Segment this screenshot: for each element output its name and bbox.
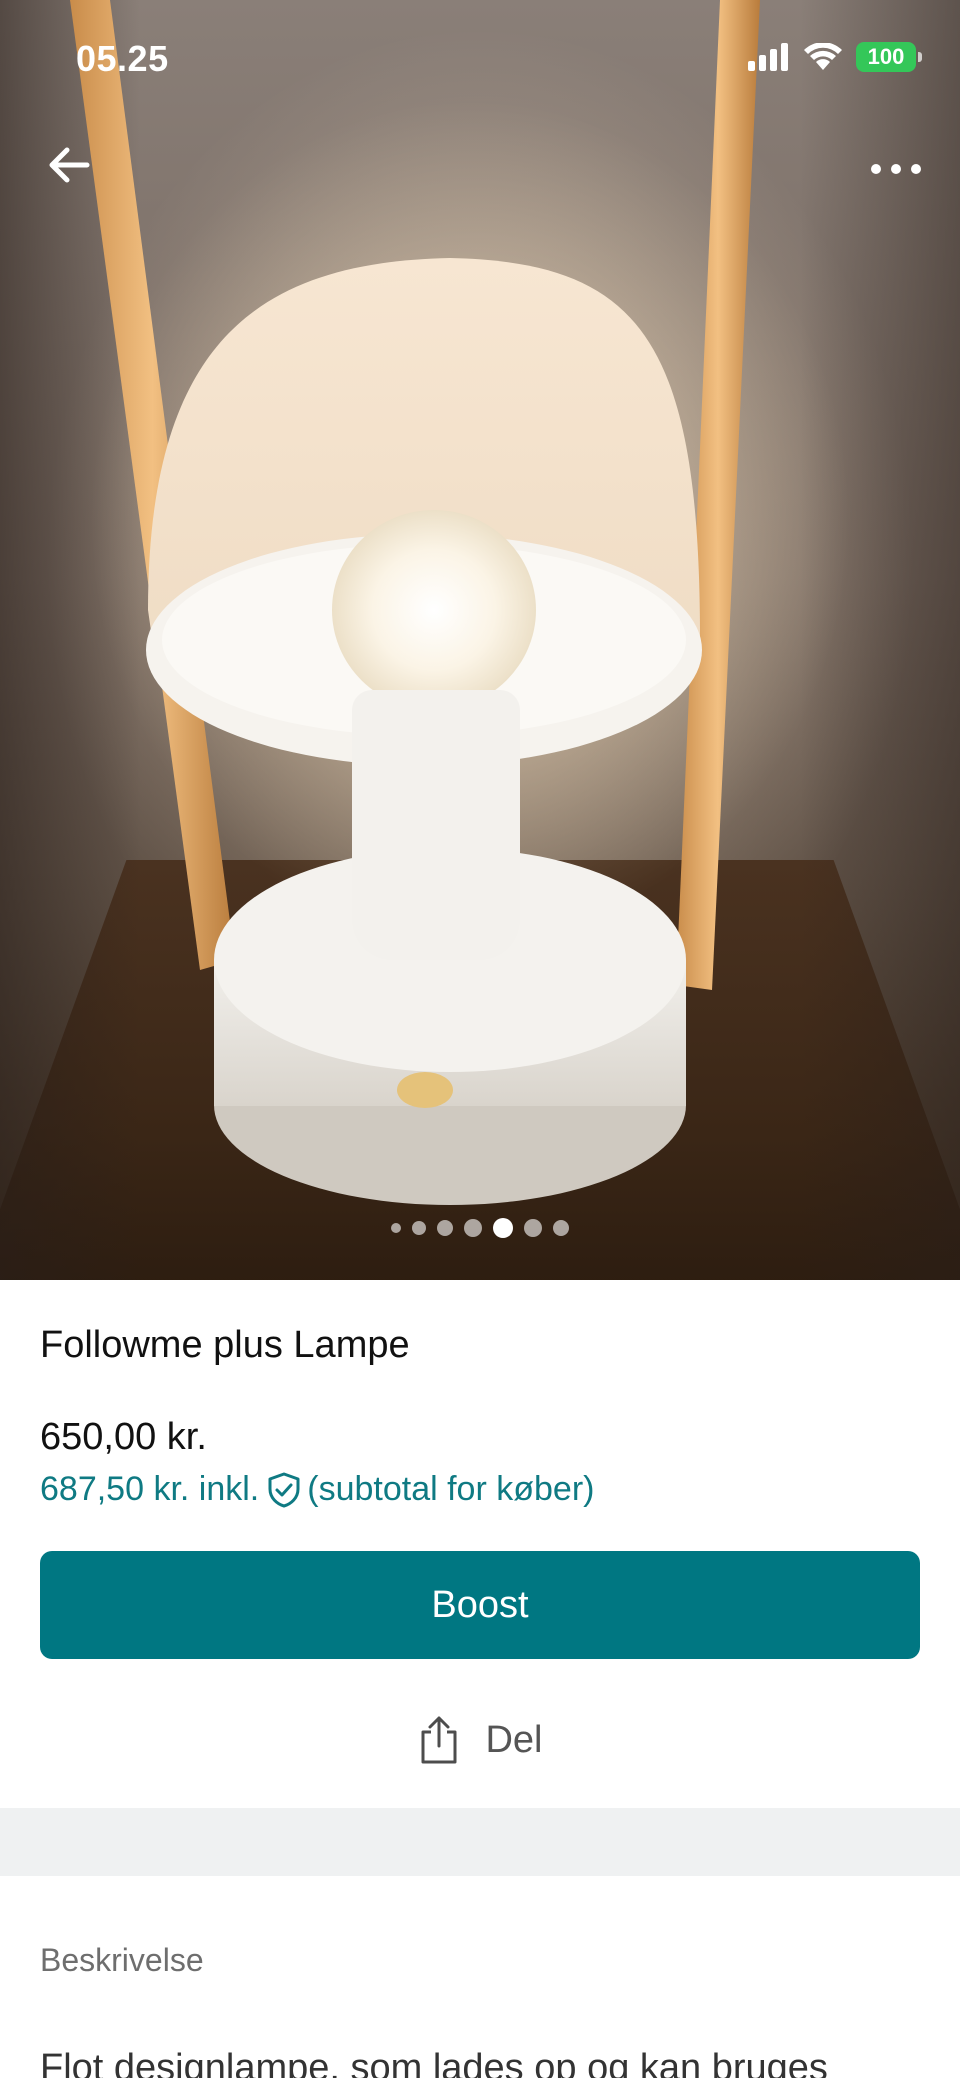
photo-pagination[interactable]	[0, 1218, 960, 1238]
item-details: Followme plus Lampe 650,00 kr. 687,50 kr…	[0, 1280, 960, 1808]
wifi-icon	[804, 43, 842, 70]
buyer-protection-shield-icon	[267, 1472, 301, 1508]
status-time: 05.25	[76, 38, 169, 79]
pagination-dot[interactable]	[524, 1219, 542, 1237]
item-photo[interactable]: 05.25 100	[0, 0, 960, 1280]
pagination-dot[interactable]	[553, 1220, 569, 1236]
item-title: Followme plus Lampe	[40, 1324, 410, 1366]
description-section: Beskrivelse Flot designlampe, som lades …	[0, 1876, 960, 2078]
lamp-illustration	[70, 0, 850, 1205]
signal-icon	[748, 43, 788, 71]
more-options-button[interactable]	[856, 134, 936, 204]
arrow-left-icon	[49, 147, 90, 183]
price-incl-protection[interactable]: 687,50 kr. inkl. (subtotal for køber)	[40, 1470, 594, 1509]
description-heading: Beskrivelse	[40, 1942, 204, 1978]
section-divider	[0, 1808, 960, 1876]
battery-level: 100	[867, 44, 905, 69]
share-label: Del	[485, 1718, 543, 1761]
boost-button[interactable]: Boost	[40, 1551, 920, 1659]
share-icon	[421, 1716, 457, 1764]
battery-icon: 100	[856, 42, 922, 72]
pagination-dot[interactable]	[412, 1221, 426, 1235]
back-button[interactable]	[34, 130, 104, 200]
share-button[interactable]: Del	[0, 1690, 960, 1790]
price-incl-amount: 687,50 kr. inkl.	[40, 1470, 260, 1508]
item-price: 650,00 kr.	[40, 1416, 207, 1458]
description-text: Flot designlampe, som lades op og kan br…	[40, 2047, 828, 2078]
pagination-dot[interactable]	[437, 1220, 453, 1236]
status-bar: 05.25 100	[0, 0, 960, 120]
more-horizontal-icon	[871, 164, 921, 174]
pagination-dot[interactable]	[464, 1219, 482, 1237]
pagination-dot[interactable]	[391, 1223, 401, 1233]
pagination-dot[interactable]	[493, 1218, 513, 1238]
price-incl-note: (subtotal for køber)	[307, 1470, 595, 1508]
